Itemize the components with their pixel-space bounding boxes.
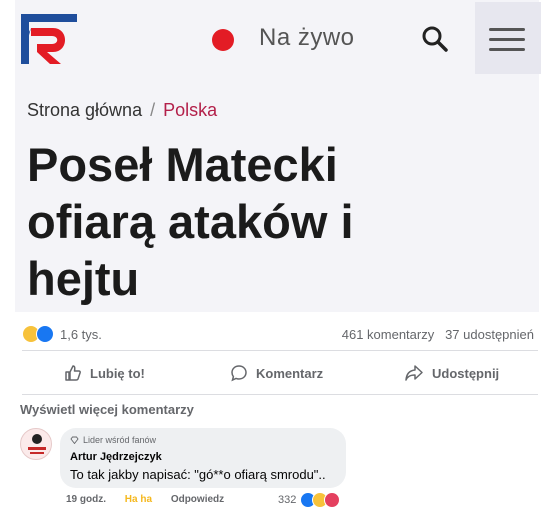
- comment-meta: 19 godz. Ha ha Odpowiedz: [66, 494, 240, 505]
- divider: [22, 350, 538, 351]
- comment-text: To tak jakby napisać: "gó**o ofiarą smro…: [70, 467, 326, 482]
- share-button-label: Udostępnij: [432, 365, 500, 381]
- fan-badge-label: Lider wśród fanów: [83, 435, 157, 445]
- fan-badge: Lider wśród fanów: [70, 435, 156, 445]
- love-reaction-icon: [324, 492, 340, 508]
- like-reaction-icon: [36, 325, 54, 343]
- comment-bubble: Lider wśród fanów Artur Jędrzejczyk To t…: [60, 428, 346, 488]
- breadcrumb-home[interactable]: Strona główna: [27, 100, 142, 120]
- like-button-label: Lubię to!: [90, 365, 145, 381]
- shares-count[interactable]: 37 udostępnień: [445, 327, 534, 342]
- comment-icon: [231, 365, 247, 382]
- reaction-icons[interactable]: [22, 325, 56, 343]
- article-headline: Poseł Matecki ofiarą ataków i hejtu: [27, 136, 447, 307]
- view-more-comments-link[interactable]: Wyświetl więcej komentarzy: [20, 402, 194, 417]
- reaction-count[interactable]: 1,6 tys.: [60, 327, 102, 342]
- comments-shares-counts: 461 komentarzy 37 udostępnień: [342, 327, 534, 342]
- breadcrumb-separator: /: [150, 100, 156, 120]
- divider: [22, 394, 538, 395]
- comment-button[interactable]: Komentarz: [230, 356, 323, 390]
- reply-link[interactable]: Odpowiedz: [171, 494, 224, 505]
- headline-line: ofiarą ataków i: [27, 195, 354, 248]
- comments-count[interactable]: 461 komentarzy: [342, 327, 435, 342]
- share-button[interactable]: Udostępnij: [404, 356, 499, 390]
- comment-button-label: Komentarz: [256, 365, 324, 381]
- share-arrow-icon: [405, 365, 423, 381]
- comment-author[interactable]: Artur Jędrzejczyk: [70, 451, 162, 463]
- avatar[interactable]: [20, 428, 52, 460]
- comment-reaction-count: 332: [278, 494, 297, 506]
- avatar-image: [28, 434, 46, 454]
- site-header: Na żywo: [15, 0, 541, 86]
- breadcrumb: Strona główna / Polska: [27, 100, 217, 121]
- comment-time[interactable]: 19 godz.: [66, 494, 106, 505]
- live-indicator-icon: [212, 29, 234, 51]
- article-screenshot: Na żywo Strona główna / Polska Poseł Matec…: [15, 0, 541, 312]
- diamond-icon: [70, 436, 79, 444]
- live-link[interactable]: Na żywo: [259, 24, 355, 52]
- republika-logo[interactable]: [17, 8, 81, 70]
- headline-line: Poseł Matecki: [27, 138, 338, 191]
- like-button[interactable]: Lubię to!: [64, 356, 145, 390]
- post-stats: 1,6 tys. 461 komentarzy 37 udostępnień: [22, 324, 538, 344]
- comment-reaction-link[interactable]: Ha ha: [125, 494, 152, 505]
- search-icon[interactable]: [420, 24, 450, 54]
- headline-line: hejtu: [27, 252, 140, 305]
- breadcrumb-category[interactable]: Polska: [163, 100, 217, 120]
- post-actions: Lubię to! Komentarz Udostępnij: [22, 356, 538, 390]
- thumbs-up-icon: [65, 365, 81, 381]
- hamburger-menu-icon[interactable]: [475, 2, 541, 74]
